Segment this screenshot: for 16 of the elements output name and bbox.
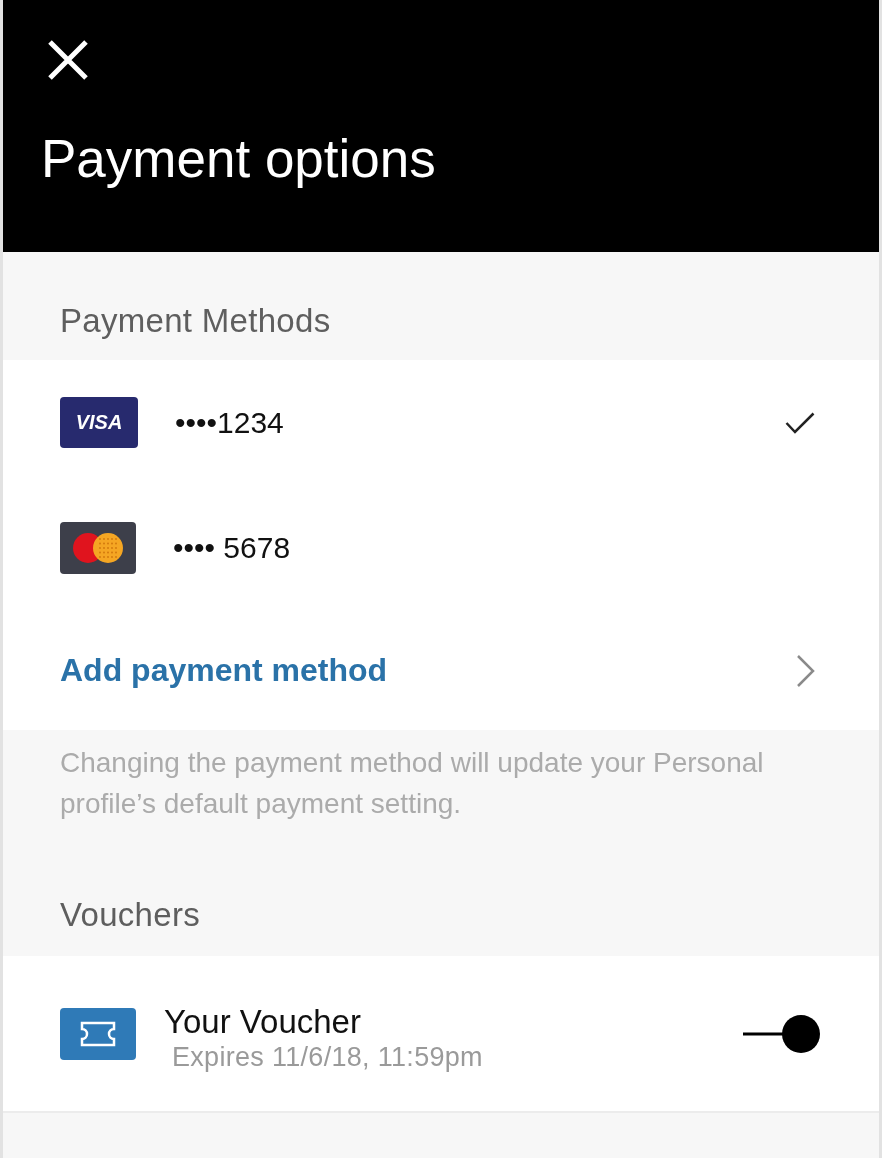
close-button[interactable]	[45, 38, 91, 82]
section-heading: Vouchers	[60, 897, 200, 933]
info-note: Changing the payment method will update your Personal profile’s default payment setting.	[60, 746, 765, 821]
voucher-title: Your Voucher	[164, 1002, 361, 1041]
toggle-switch[interactable]	[743, 1013, 821, 1054]
page-title: Payment options	[41, 128, 436, 190]
add-payment-link[interactable]: Add payment method	[60, 652, 388, 689]
card-number: ••••1234	[175, 405, 284, 440]
card-number: •••• 5678	[173, 531, 291, 565]
card-circles-icon	[60, 522, 136, 574]
close-icon	[47, 39, 89, 81]
ticket-icon	[60, 1007, 136, 1060]
chevron-right-icon	[796, 653, 815, 688]
section-heading: Payment Methods	[60, 303, 331, 339]
voucher-expiry: Expires 11/6/18, 11:59pm	[172, 1040, 483, 1073]
card-logo: VISA	[60, 397, 138, 448]
